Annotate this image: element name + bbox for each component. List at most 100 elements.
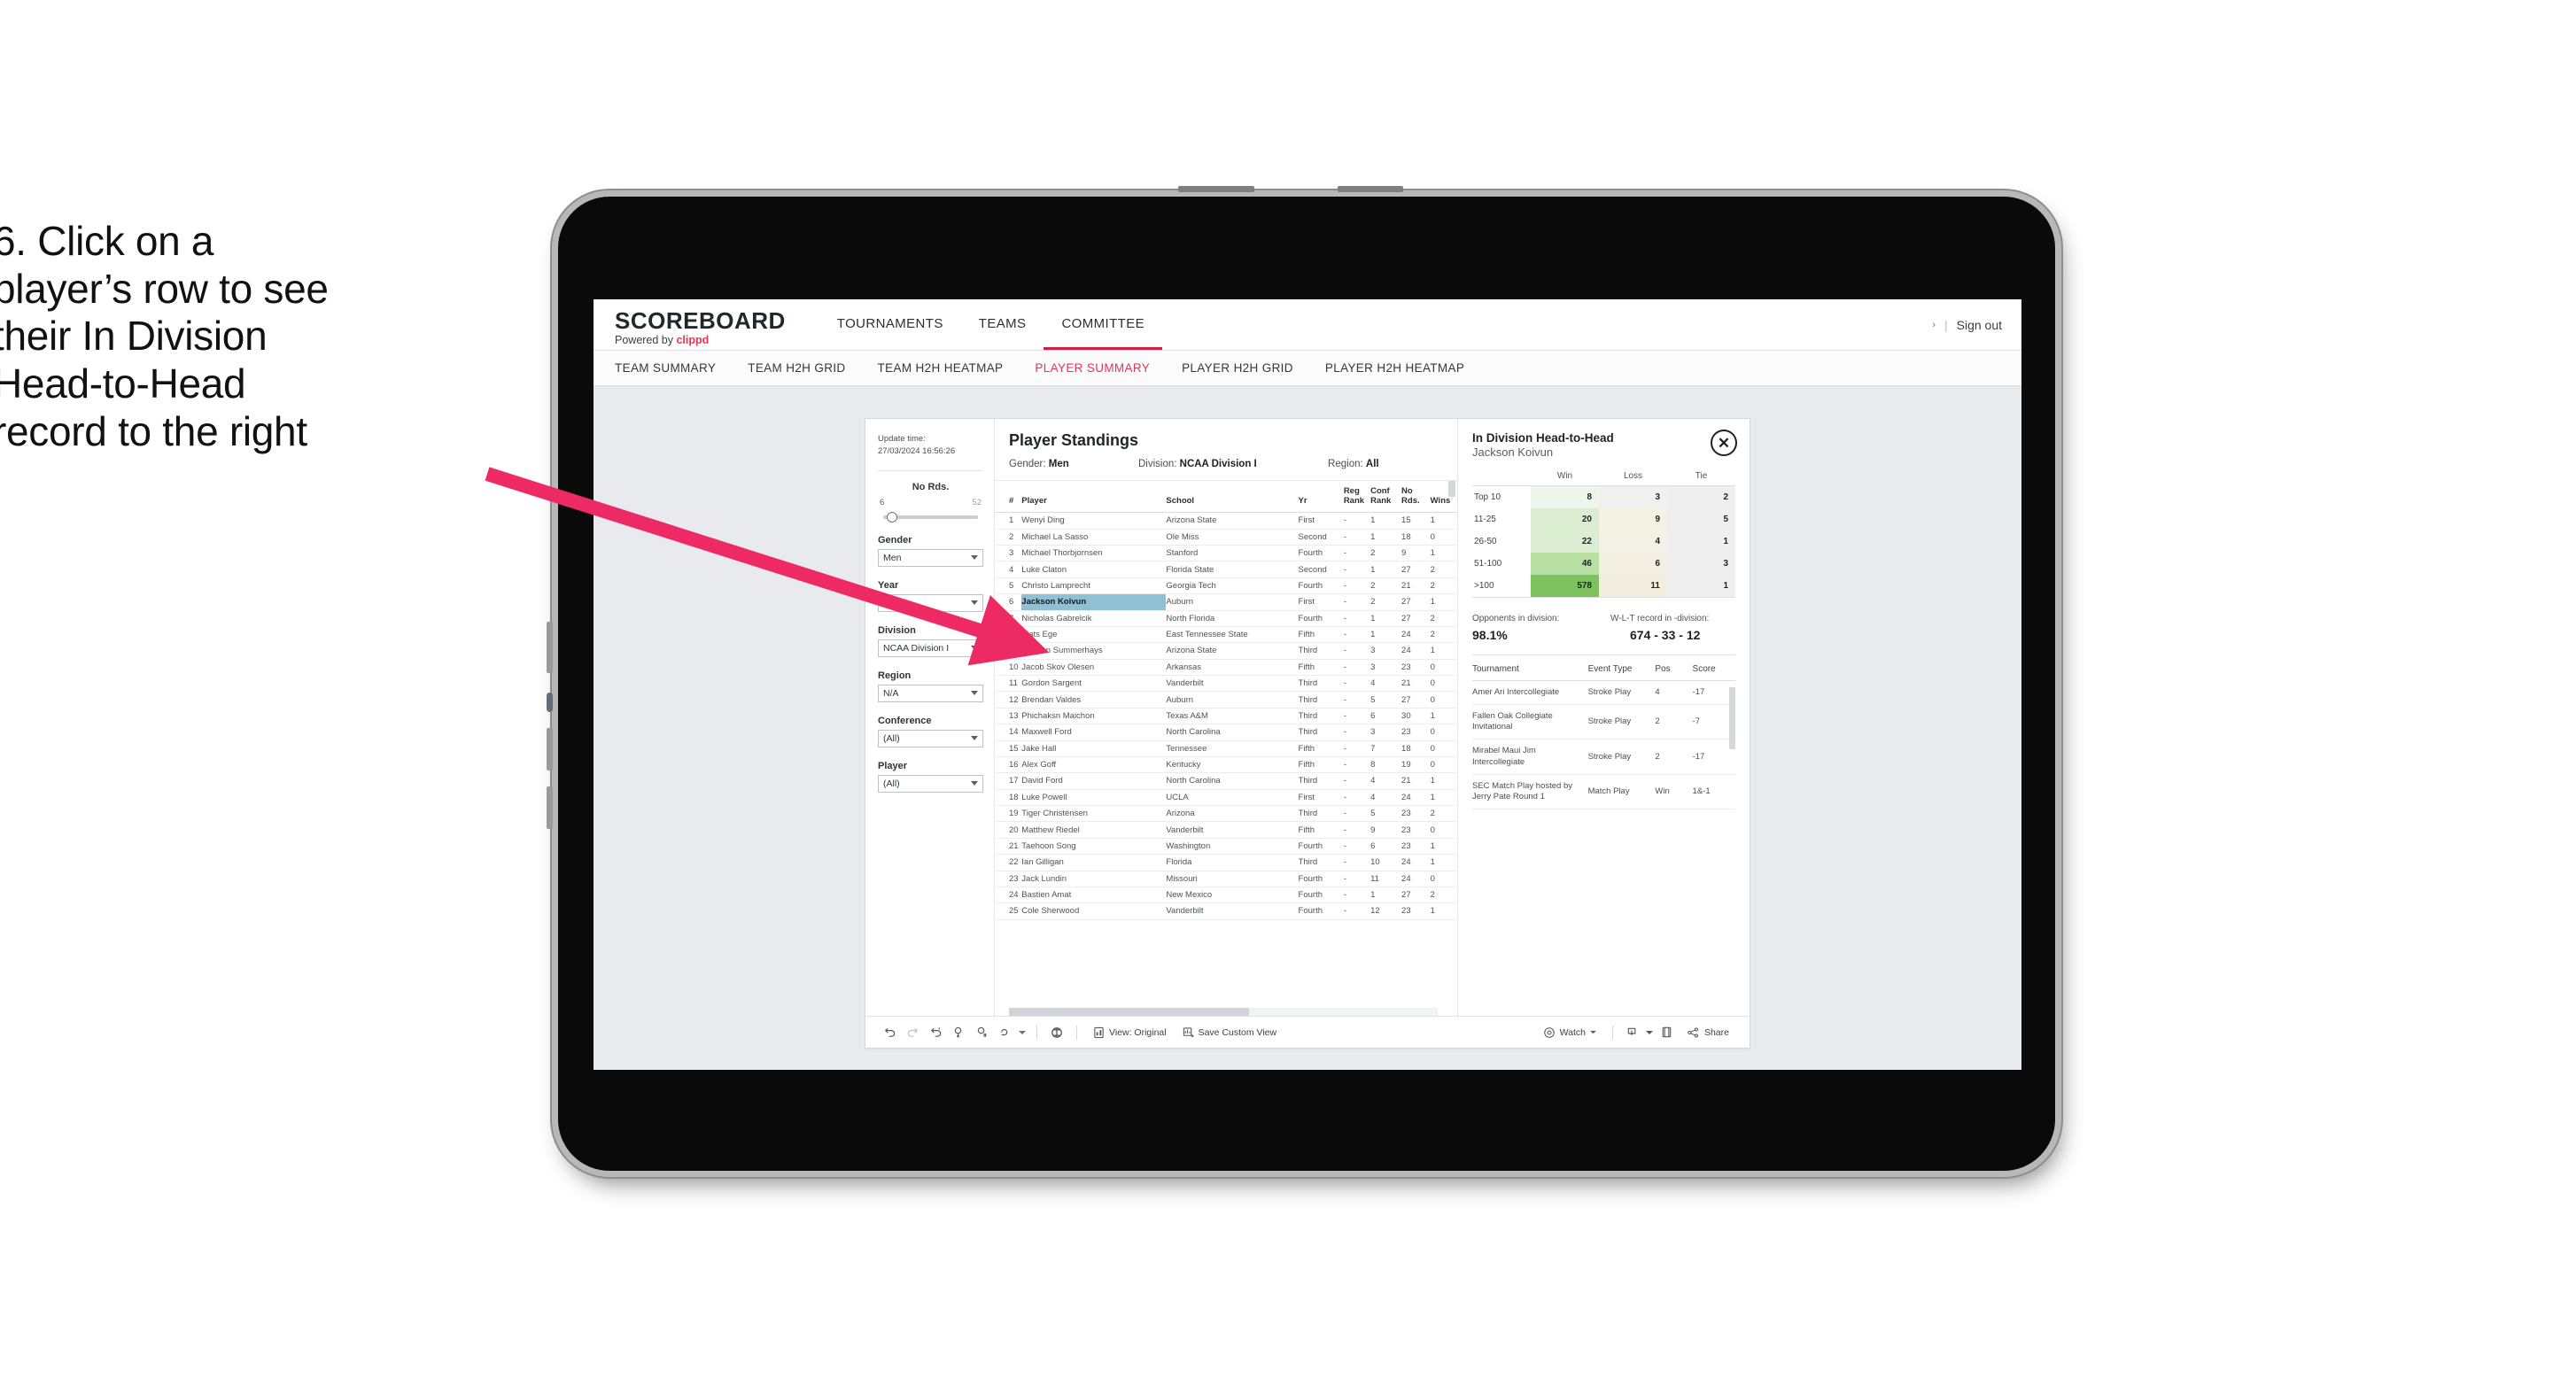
heatmap-cell[interactable]: 46 xyxy=(1531,553,1599,575)
tournament-row[interactable]: SEC Match Play hosted by Jerry Pate Roun… xyxy=(1472,774,1735,810)
topnav-committee[interactable]: COMMITTEE xyxy=(1044,299,1163,350)
heatmap-cell[interactable]: 22 xyxy=(1531,530,1599,553)
filter-conference-select[interactable]: (All) xyxy=(878,729,983,747)
table-row[interactable]: 1 Wenyi Ding Arizona State First -1 15 1 xyxy=(995,512,1457,530)
brand-logo[interactable]: SCOREBOARD Powered by clippd xyxy=(594,299,803,350)
col-rank[interactable]: # xyxy=(995,481,1022,514)
table-row[interactable]: 4 Luke Claton Florida State Second -1 27 2 xyxy=(995,561,1457,578)
subnav-player-h2h-heatmap[interactable]: PLAYER H2H HEATMAP xyxy=(1309,361,1480,375)
heatmap-cell[interactable]: 578 xyxy=(1531,575,1599,598)
heatmap-cell[interactable]: 11 xyxy=(1599,575,1667,598)
heatmap-cell[interactable]: 9 xyxy=(1599,508,1667,530)
tournament-row[interactable]: Fallen Oak Collegiate Invitational Stroke… xyxy=(1472,704,1735,740)
side-button[interactable] xyxy=(547,786,553,829)
table-row[interactable]: 17 David Ford North Carolina Third -4 21 1 xyxy=(995,772,1457,790)
table-row[interactable]: 15 Jake Hall Tennessee Fifth -7 18 0 xyxy=(995,740,1457,757)
revert-icon[interactable] xyxy=(924,1021,947,1044)
col-score[interactable]: Score xyxy=(1692,664,1735,681)
table-row[interactable]: 18 Luke Powell UCLA First -4 24 1 xyxy=(995,789,1457,807)
presentation-icon[interactable] xyxy=(1045,1021,1068,1044)
standings-scroll[interactable]: # Player School Yr Reg Rank Conf Rank No Rd… xyxy=(995,481,1457,1006)
table-row[interactable]: 7 Nicholas Gabrelcik North Florida Fourth -1… xyxy=(995,610,1457,627)
table-row[interactable]: 6 Jackson Koivun Auburn First -2 27 1 xyxy=(995,593,1457,611)
table-row[interactable]: 13 Phichaksn Maichon Texas A&M Third -6 30 1 xyxy=(995,708,1457,725)
table-row[interactable]: 21 Taehoon Song Washington Fourth -6 23 1 xyxy=(995,838,1457,856)
table-row[interactable]: 23 Jack Lundin Missouri Fourth -11 24 0 xyxy=(995,871,1457,887)
table-row[interactable]: 19 Tiger Christensen Arizona Third -5 23 2 xyxy=(995,805,1457,823)
pause-icon[interactable] xyxy=(970,1021,993,1044)
col-event-type[interactable]: Event Type xyxy=(1587,664,1656,681)
table-row[interactable]: 25 Cole Sherwood Vanderbilt Fourth -12 23 1 xyxy=(995,902,1457,920)
subnav-player-summary[interactable]: PLAYER SUMMARY xyxy=(1019,361,1166,375)
subnav-team-h2h-heatmap[interactable]: TEAM H2H HEATMAP xyxy=(862,361,1020,375)
table-row[interactable]: 8 Mats Ege East Tennessee State Fifth -1 24 2 xyxy=(995,626,1457,644)
download-icon[interactable] xyxy=(1621,1021,1644,1044)
heatmap-cell[interactable]: 1 xyxy=(1667,575,1735,598)
heatmap-cell[interactable]: 4 xyxy=(1599,530,1667,553)
table-row[interactable]: 9 Preston Summerhays Arizona State Third -3 2… xyxy=(995,642,1457,660)
table-row[interactable]: 16 Alex Goff Kentucky Fifth -8 19 0 xyxy=(995,756,1457,774)
close-icon[interactable]: ✕ xyxy=(1711,430,1737,456)
reset-icon[interactable] xyxy=(993,1021,1016,1044)
horizontal-scrollbar-thumb[interactable] xyxy=(1009,1008,1250,1016)
filter-region-select[interactable]: N/A xyxy=(878,684,983,702)
table-row[interactable]: 22 Ian Gilligan Florida Third -10 24 1 xyxy=(995,854,1457,871)
table-row[interactable]: 14 Maxwell Ford North Carolina Third -3 23 0 xyxy=(995,724,1457,741)
vertical-scrollbar[interactable] xyxy=(1448,481,1455,497)
table-row[interactable]: 12 Brendan Valdes Auburn Third -5 27 0 xyxy=(995,691,1457,708)
undo-icon[interactable] xyxy=(878,1021,901,1044)
heatmap-cell[interactable]: 3 xyxy=(1599,485,1667,508)
tournament-row[interactable]: Mirabel Maui Jim Intercollegiate Stroke P… xyxy=(1472,739,1735,775)
subnav-team-h2h-grid[interactable]: TEAM H2H GRID xyxy=(732,361,861,375)
camera-button[interactable] xyxy=(1338,186,1403,192)
col-tournament[interactable]: Tournament xyxy=(1472,664,1588,681)
topnav-tournaments[interactable]: TOURNAMENTS xyxy=(819,299,961,350)
share-button[interactable]: Share xyxy=(1679,1026,1737,1039)
table-row[interactable]: 3 Michael Thorbjornsen Stanford Fourth -2 9 1 xyxy=(995,545,1457,562)
filter-player-select[interactable]: (All) xyxy=(878,774,983,793)
heatmap-cell[interactable]: 6 xyxy=(1599,553,1667,575)
col-year[interactable]: Yr xyxy=(1298,481,1344,514)
heatmap-cell[interactable]: 5 xyxy=(1667,508,1735,530)
filter-year-select[interactable]: (All) xyxy=(878,593,983,612)
col-school[interactable]: School xyxy=(1166,481,1299,514)
col-conf-rank[interactable]: Conf Rank xyxy=(1370,481,1402,514)
table-row[interactable]: 10 Jacob Skov Olesen Arkansas Fifth -3 23 0 xyxy=(995,659,1457,677)
filter-gender-select[interactable]: Men xyxy=(878,548,983,567)
no-rounds-slider[interactable]: No Rds. 6 52 xyxy=(878,482,983,523)
heatmap-cell[interactable]: 2 xyxy=(1667,485,1735,508)
tournament-scrollbar[interactable] xyxy=(1729,687,1735,749)
redo-icon[interactable] xyxy=(901,1021,924,1044)
col-pos[interactable]: Pos xyxy=(1655,664,1693,681)
col-player[interactable]: Player xyxy=(1021,481,1167,514)
heatmap-cell[interactable]: 3 xyxy=(1667,553,1735,575)
subnav-team-summary[interactable]: TEAM SUMMARY xyxy=(615,361,732,375)
dropdown-caret-icon[interactable] xyxy=(1016,1021,1028,1044)
table-row[interactable]: 20 Matthew Riedel Vanderbilt Fifth -9 23 0 xyxy=(995,821,1457,839)
col-reg-rank[interactable]: Reg Rank xyxy=(1343,481,1371,514)
col-no-rounds[interactable]: No Rds. xyxy=(1401,481,1431,514)
heatmap-cell[interactable]: 8 xyxy=(1531,485,1599,508)
slider-track[interactable] xyxy=(883,511,978,523)
view-original-button[interactable]: View: Original xyxy=(1085,1026,1175,1039)
watch-caret2-icon[interactable] xyxy=(1644,1021,1656,1044)
volume-down-button[interactable] xyxy=(547,728,553,770)
heatmap-cell[interactable]: 20 xyxy=(1531,508,1599,530)
filter-division-select[interactable]: NCAA Division I xyxy=(878,639,983,657)
chevron-right-icon[interactable]: › xyxy=(1932,320,1936,330)
fullscreen-icon[interactable] xyxy=(1656,1021,1679,1044)
table-row[interactable]: 11 Gordon Sargent Vanderbilt Third -4 21 0 xyxy=(995,675,1457,693)
table-row[interactable]: 2 Michael La Sasso Ole Miss Second -1 18 0 xyxy=(995,529,1457,546)
horizontal-scrollbar[interactable] xyxy=(1009,1008,1438,1016)
volume-up-button[interactable] xyxy=(547,622,553,673)
subnav-player-h2h-grid[interactable]: PLAYER H2H GRID xyxy=(1166,361,1309,375)
save-custom-view-button[interactable]: Save Custom View xyxy=(1175,1026,1285,1039)
power-button[interactable] xyxy=(1178,186,1254,192)
topnav-teams[interactable]: TEAMS xyxy=(961,299,1044,350)
watch-button[interactable]: Watch xyxy=(1535,1026,1604,1039)
refresh-icon[interactable] xyxy=(947,1021,970,1044)
sign-out-link[interactable]: Sign out xyxy=(1957,318,2002,332)
table-row[interactable]: 5 Christo Lamprecht Georgia Tech Fourth -2 21… xyxy=(995,577,1457,595)
slider-handle[interactable] xyxy=(887,511,897,523)
table-row[interactable]: 24 Bastien Amat New Mexico Fourth -1 27 2 xyxy=(995,887,1457,904)
